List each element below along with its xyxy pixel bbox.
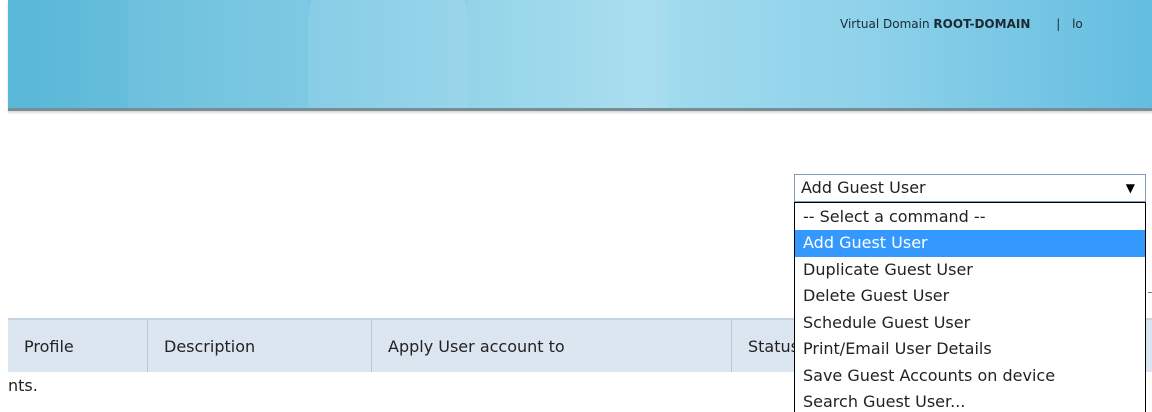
page: Virtual Domain ROOT-DOMAIN | lo Add Gues… xyxy=(0,0,1152,412)
banner-decoration xyxy=(308,0,468,108)
banner-decoration xyxy=(128,0,308,108)
header-banner: Virtual Domain ROOT-DOMAIN | lo xyxy=(8,0,1152,111)
command-dropdown-list: -- Select a command -- Add Guest User Du… xyxy=(794,202,1146,412)
domain-name: ROOT-DOMAIN xyxy=(933,17,1031,31)
virtual-domain-label: Virtual Domain xyxy=(840,17,930,31)
command-option-delete-guest-user[interactable]: Delete Guest User xyxy=(795,283,1145,310)
dropdown-arrow-icon[interactable]: ▼ xyxy=(1126,175,1135,201)
table-footer-text: nts. xyxy=(8,376,38,395)
header-separator: | xyxy=(1056,17,1061,31)
command-option-add-guest-user[interactable]: Add Guest User xyxy=(795,230,1145,257)
divider xyxy=(1148,292,1152,293)
banner-decoration xyxy=(468,0,668,108)
command-option-schedule-guest-user[interactable]: Schedule Guest User xyxy=(795,310,1145,337)
command-option-search-guest-user[interactable]: Search Guest User... xyxy=(795,389,1145,412)
command-option-select[interactable]: -- Select a command -- xyxy=(795,203,1145,230)
command-option-duplicate-guest-user[interactable]: Duplicate Guest User xyxy=(795,257,1145,284)
command-select[interactable]: Add Guest User ▼ xyxy=(794,174,1146,202)
header-info: Virtual Domain ROOT-DOMAIN | lo xyxy=(840,17,1083,31)
command-select-value: Add Guest User xyxy=(801,178,926,197)
command-option-save-guest-accounts[interactable]: Save Guest Accounts on device xyxy=(795,363,1145,390)
column-header-profile[interactable]: Profile xyxy=(8,320,147,372)
column-header-apply-account[interactable]: Apply User account to xyxy=(371,320,731,372)
command-option-print-email-user-details[interactable]: Print/Email User Details xyxy=(795,336,1145,363)
column-header-description[interactable]: Description xyxy=(147,320,371,372)
logout-link[interactable]: lo xyxy=(1072,17,1083,31)
